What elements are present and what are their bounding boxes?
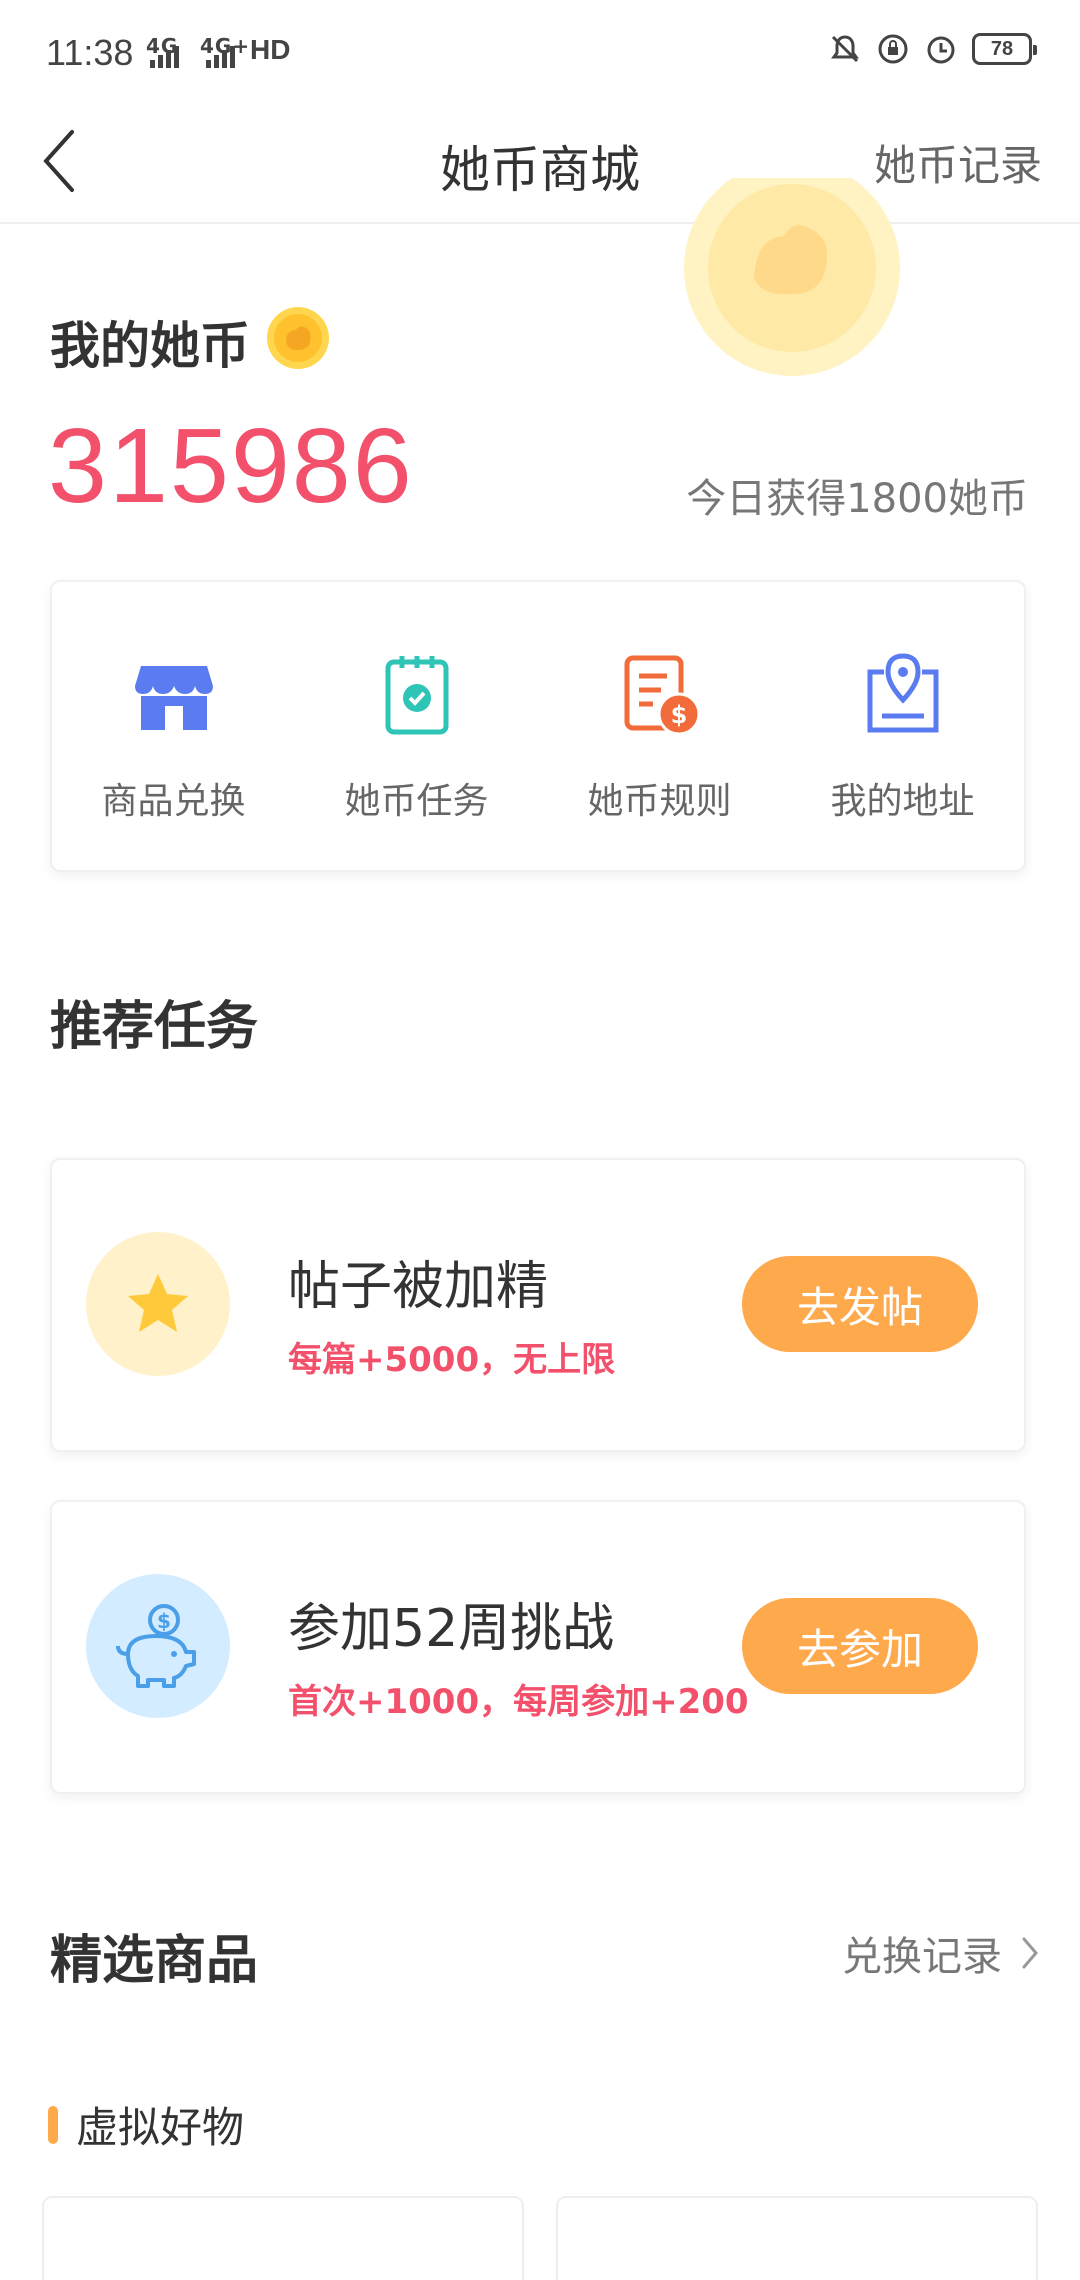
- svg-text:$: $: [157, 1609, 171, 1633]
- subtitle-text: 虚拟好物: [76, 2103, 245, 2152]
- entry-label: 她币任务: [344, 781, 489, 822]
- task-desc: 每篇+5000，无上限: [288, 1340, 616, 1380]
- join-button[interactable]: 去参加: [742, 1598, 978, 1694]
- store-icon: [134, 666, 213, 730]
- quick-entries-card: 商品兑换 她币任务 $ 她币规则 我的地址: [50, 580, 1026, 872]
- svg-text:$: $: [670, 701, 687, 729]
- recommended-tasks-title: 推荐任务: [50, 997, 259, 1057]
- task-checklist-icon: [385, 656, 448, 735]
- task-icon: [86, 1232, 230, 1376]
- entry-label: 商品兑换: [101, 781, 246, 822]
- task-icon: $: [86, 1574, 230, 1718]
- lock-rotation-icon: [876, 32, 910, 66]
- entry-coin-rules[interactable]: $ 她币规则: [538, 582, 781, 870]
- entry-coin-task[interactable]: 她币任务: [295, 582, 538, 870]
- nav-bar: 她币商城 她币记录: [0, 100, 1080, 224]
- location-pin-icon: [867, 653, 938, 733]
- subtitle-accent-bar: [48, 2105, 58, 2144]
- entry-label: 我的地址: [830, 781, 975, 822]
- rules-document-icon: $: [624, 655, 700, 736]
- entry-goods-exchange[interactable]: 商品兑换: [52, 582, 295, 870]
- alarm-icon: [924, 32, 958, 66]
- task-desc: 首次+1000，每周参加+200: [288, 1682, 749, 1722]
- signal-bars-icon-2: [206, 46, 238, 68]
- go-post-button[interactable]: 去发帖: [742, 1256, 978, 1352]
- task-card-52-week-challenge: $ 参加52周挑战 首次+1000，每周参加+200 去参加: [50, 1500, 1026, 1794]
- status-bar: 11:38 4G 4G+ HD 78: [0, 0, 1080, 100]
- balance-value: 315986: [48, 407, 414, 525]
- featured-goods-title: 精选商品: [50, 1931, 259, 1991]
- signal-bars-icon: [150, 46, 182, 68]
- coin-icon: [266, 306, 330, 370]
- balance-label: 我的她币: [50, 317, 250, 375]
- task-title: 参加52周挑战: [288, 1599, 615, 1659]
- exchange-record-label: 兑换记录: [842, 1934, 1002, 1980]
- exchange-record-link[interactable]: 兑换记录: [842, 1924, 1040, 1982]
- battery-icon: 78: [972, 33, 1037, 65]
- product-card[interactable]: [42, 2196, 524, 2280]
- chevron-right-icon: [1022, 1937, 1038, 1969]
- task-card-featured-post: 帖子被加精 每篇+5000，无上限 去发帖: [50, 1158, 1026, 1452]
- piggy-bank-icon: $: [116, 1604, 196, 1688]
- decorative-coin-icon: [684, 178, 900, 378]
- status-time: 11:38: [46, 32, 134, 73]
- notification-off-icon: [828, 32, 862, 66]
- virtual-goods-subtitle: 虚拟好物: [48, 2094, 244, 2155]
- today-earned-text: 今日获得1800她币: [686, 476, 1028, 522]
- product-card[interactable]: [556, 2196, 1038, 2280]
- hd-label: HD: [250, 34, 291, 65]
- entry-label: 她币规则: [587, 781, 732, 822]
- entry-my-address[interactable]: 我的地址: [781, 582, 1024, 870]
- task-title: 帖子被加精: [288, 1257, 549, 1317]
- star-icon: [128, 1274, 188, 1332]
